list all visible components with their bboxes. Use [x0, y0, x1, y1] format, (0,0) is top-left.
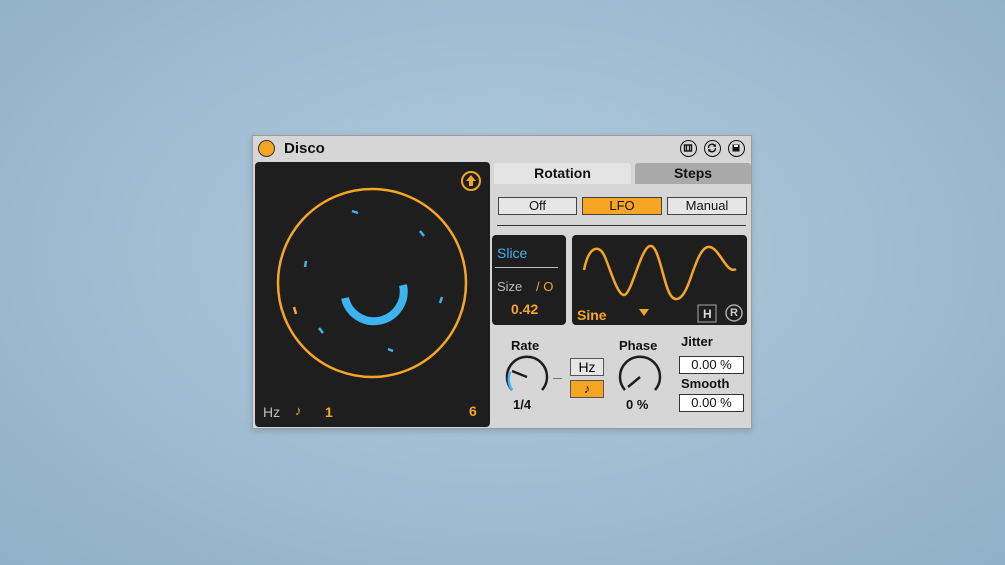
tick-mark	[292, 306, 298, 315]
slice-label[interactable]: Slice	[497, 245, 527, 261]
tab-bar: Rotation Steps	[494, 163, 751, 185]
mode-off-button[interactable]: Off	[498, 197, 577, 215]
slice-panel: Slice Size / O 0.42	[492, 235, 566, 325]
tick-mark	[387, 347, 394, 353]
tab-steps[interactable]: Steps	[635, 163, 751, 184]
note-icon[interactable]: ♪	[295, 403, 302, 418]
left-value[interactable]: 1	[325, 404, 333, 420]
jitter-label: Jitter	[681, 334, 713, 349]
right-value[interactable]: 6	[469, 403, 477, 419]
phase-value[interactable]: 0 %	[626, 397, 648, 412]
size-label: Size	[497, 279, 523, 294]
sine-wave	[582, 244, 737, 301]
device-power-toggle[interactable]	[258, 140, 275, 157]
outer-ring	[276, 187, 468, 379]
hot-swap-icon[interactable]	[680, 140, 697, 157]
tab-rotation[interactable]: Rotation	[494, 163, 631, 184]
tick-mark	[438, 296, 444, 304]
device-title: Disco	[284, 140, 325, 157]
jitter-field[interactable]: 0.00 %	[679, 356, 744, 374]
phase-label: Phase	[619, 338, 658, 353]
retrigger-button[interactable]: R	[730, 307, 738, 319]
rate-knob[interactable]	[502, 354, 552, 400]
up-arrow-icon[interactable]	[461, 171, 481, 191]
inner-arc	[341, 284, 408, 326]
rate-value[interactable]: 1/4	[513, 397, 531, 412]
disco-device: Disco Hz ♪ 1 6 Rotation Steps Off LFO Ma…	[252, 135, 752, 429]
chevron-down-icon[interactable]	[639, 309, 649, 316]
title-bar: Disco	[253, 136, 751, 162]
smooth-field[interactable]: 0.00 %	[679, 394, 744, 412]
divider	[497, 225, 746, 226]
save-icon[interactable]	[728, 140, 745, 157]
waveform-shape[interactable]: Sine	[577, 307, 607, 323]
phase-knob[interactable]	[615, 354, 665, 400]
tick-mark	[318, 327, 324, 334]
hold-button[interactable]: H	[703, 307, 712, 321]
hz-button[interactable]: Hz	[570, 358, 604, 376]
tick-mark	[419, 230, 425, 237]
waveform-panel: Sine H R	[572, 235, 747, 325]
sync-button[interactable]: ♪	[570, 380, 604, 398]
tick-mark	[303, 260, 308, 268]
tick-mark	[351, 209, 359, 215]
size-value[interactable]: 0.42	[511, 301, 538, 317]
slice-underline	[495, 267, 558, 268]
mode-manual-button[interactable]: Manual	[667, 197, 747, 215]
refresh-icon[interactable]	[704, 140, 721, 157]
rotation-display[interactable]: Hz ♪ 1 6	[255, 162, 490, 427]
smooth-label: Smooth	[681, 376, 730, 391]
size-mode-icon[interactable]: / O	[536, 279, 553, 294]
rate-connector	[553, 378, 562, 379]
rate-label: Rate	[511, 338, 540, 353]
mode-lfo-button[interactable]: LFO	[582, 197, 662, 215]
hz-label[interactable]: Hz	[263, 404, 280, 420]
